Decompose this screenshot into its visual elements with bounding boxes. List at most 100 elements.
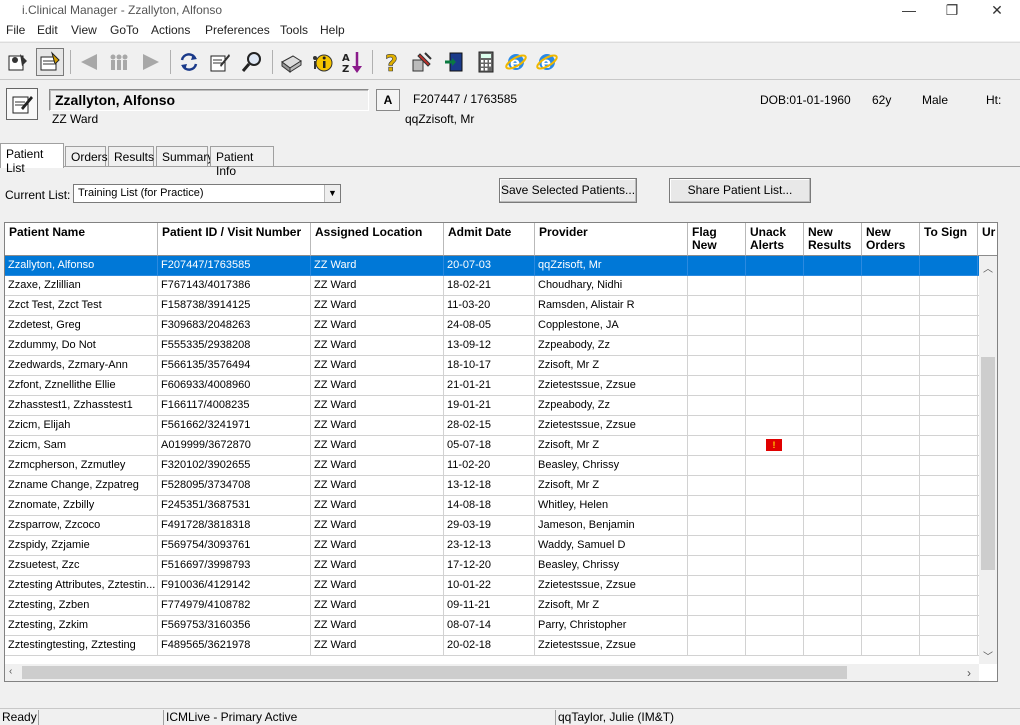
table-row[interactable]: Zzicm, Elijah F561662/3241971 ZZ Ward 28-02…: [5, 416, 979, 436]
table-row[interactable]: Zzsuetest, Zzc F516697/3998793 ZZ Ward 17-1…: [5, 556, 979, 576]
close-button[interactable]: ✕: [975, 0, 1019, 22]
column-header-unack-alerts[interactable]: Unack Alerts: [746, 223, 804, 256]
table-row[interactable]: Zzicm, Sam A019999/3672870 ZZ Ward 05-07-18…: [5, 436, 979, 456]
table-row[interactable]: Zzedwards, Zzmary-Ann F566135/3576494 ZZ W…: [5, 356, 979, 376]
sort-az-icon[interactable]: AZ: [338, 48, 366, 76]
table-row[interactable]: Zzhasstest1, Zzhasstest1 F166117/4008235 Z…: [5, 396, 979, 416]
horizontal-scroll-thumb[interactable]: [22, 666, 847, 679]
table-row[interactable]: Zzdummy, Do Not F555335/2938208 ZZ Ward 13-…: [5, 336, 979, 356]
people-icon[interactable]: [105, 48, 133, 76]
cell-flag-new: [688, 516, 746, 536]
alert-flag-icon[interactable]: !: [766, 439, 782, 451]
menu-actions[interactable]: Actions: [151, 23, 190, 37]
patient-notes-icon[interactable]: [6, 88, 38, 120]
print-icon[interactable]: [277, 48, 305, 76]
calculator-icon[interactable]: [472, 48, 500, 76]
tools-icon[interactable]: [408, 48, 436, 76]
scroll-right-icon[interactable]: ›: [967, 666, 971, 680]
table-row[interactable]: Zzmcpherson, Zzmutley F320102/3902655 ZZ W…: [5, 456, 979, 476]
menu-tools[interactable]: Tools: [280, 23, 308, 37]
table-row[interactable]: Zztesting Attributes, Zztestin... F910036…: [5, 576, 979, 596]
search-icon[interactable]: [238, 48, 266, 76]
table-row[interactable]: Zzaxe, Zzlillian F767143/4017386 ZZ Ward 18…: [5, 276, 979, 296]
table-row[interactable]: Zztesting, Zzben F774979/4108782 ZZ Ward 09…: [5, 596, 979, 616]
column-header-flag-new[interactable]: Flag New: [688, 223, 746, 256]
table-row[interactable]: Zzct Test, Zzct Test F158738/3914125 ZZ Wa…: [5, 296, 979, 316]
menu-edit[interactable]: Edit: [37, 23, 58, 37]
tab-patient-info[interactable]: Patient Info: [210, 146, 274, 178]
column-header-new-results[interactable]: New Results: [804, 223, 862, 256]
table-row[interactable]: Zzfont, Zznellithe Ellie F606933/4008960 Z…: [5, 376, 979, 396]
cell-new-results: [804, 376, 862, 396]
save-selected-patients-button[interactable]: Save Selected Patients...: [499, 178, 637, 203]
vertical-scrollbar[interactable]: ︿ ﹀: [979, 256, 997, 664]
current-list-select[interactable]: Training List (for Practice) ▼: [73, 184, 341, 203]
share-patient-list-button[interactable]: Share Patient List...: [669, 178, 811, 203]
cell-to-sign: [920, 616, 978, 636]
cell-to-sign: [920, 536, 978, 556]
info-icon[interactable]: [308, 48, 336, 76]
patient-list-icon[interactable]: [36, 48, 64, 76]
edit-notes-icon[interactable]: [206, 48, 234, 76]
column-header-to-sign[interactable]: To Sign: [920, 223, 978, 256]
table-row[interactable]: Zzspidy, Zzjamie F569754/3093761 ZZ Ward 23…: [5, 536, 979, 556]
column-header-assigned-location[interactable]: Assigned Location: [311, 223, 444, 256]
cell-new-results: [804, 516, 862, 536]
table-row[interactable]: Zznomate, Zzbilly F245351/3687531 ZZ Ward 1…: [5, 496, 979, 516]
cell-patient-id: F309683/2048263: [158, 316, 311, 336]
table-row[interactable]: Zzname Change, Zzpatreg F528095/3734708 ZZ…: [5, 476, 979, 496]
internet-explorer-icon[interactable]: e: [502, 48, 530, 76]
scroll-up-icon[interactable]: ︿: [983, 260, 993, 275]
table-row[interactable]: Zztestingtesting, Zztesting F489565/36219…: [5, 636, 979, 656]
current-list-label: Current List:: [5, 188, 71, 202]
restore-button[interactable]: ❐: [930, 0, 974, 22]
menu-preferences[interactable]: Preferences: [205, 23, 270, 37]
column-header-patient-name[interactable]: Patient Name: [5, 223, 158, 256]
cell-patient-id: F606933/4008960: [158, 376, 311, 396]
tab-results[interactable]: Results: [108, 146, 154, 166]
column-header-new-orders[interactable]: New Orders: [862, 223, 920, 256]
alias-button[interactable]: A: [376, 89, 400, 111]
table-row[interactable]: Zzsparrow, Zzcoco F491728/3818318 ZZ Ward 2…: [5, 516, 979, 536]
cell-to-sign: [920, 276, 978, 296]
menu-view[interactable]: View: [71, 23, 97, 37]
toolbar-separator: [372, 50, 373, 74]
cell-to-sign: [920, 636, 978, 656]
menu-help[interactable]: Help: [320, 23, 345, 37]
menu-goto[interactable]: GoTo: [110, 23, 139, 37]
tab-patient-list[interactable]: Patient List: [0, 143, 64, 175]
tab-orders[interactable]: Orders: [65, 146, 108, 166]
vertical-scroll-thumb[interactable]: [981, 357, 995, 570]
table-row-partial[interactable]: [5, 656, 979, 664]
cell-unack-alerts: [746, 516, 804, 536]
exit-icon[interactable]: [440, 48, 468, 76]
cell-admit-date: 19-01-21: [444, 396, 535, 416]
cell-admit-date: 21-01-21: [444, 376, 535, 396]
horizontal-scrollbar[interactable]: ‹ ›: [5, 664, 979, 681]
tab-summary[interactable]: Summary: [156, 146, 213, 166]
table-row[interactable]: Zzdetest, Greg F309683/2048263 ZZ Ward 24-0…: [5, 316, 979, 336]
cell-assigned-location: ZZ Ward: [311, 636, 444, 656]
scroll-down-icon[interactable]: ﹀: [983, 648, 993, 663]
cell-assigned-location: ZZ Ward: [311, 476, 444, 496]
toolbar-separator: [170, 50, 171, 74]
minimize-button[interactable]: —: [887, 0, 931, 22]
column-header-admit-date[interactable]: Admit Date: [444, 223, 535, 256]
internet-explorer-2-icon[interactable]: e: [533, 48, 561, 76]
help-icon[interactable]: ?: [378, 48, 406, 76]
column-header-ur[interactable]: Ur: [978, 223, 997, 256]
back-arrow-icon[interactable]: [75, 48, 103, 76]
cell-to-sign: [920, 576, 978, 596]
column-header-patient-id[interactable]: Patient ID / Visit Number: [158, 223, 311, 256]
refresh-icon[interactable]: [175, 48, 203, 76]
menu-file[interactable]: File: [6, 23, 25, 37]
column-header-provider[interactable]: Provider: [535, 223, 688, 256]
scroll-left-icon[interactable]: ‹: [9, 666, 12, 677]
chevron-down-icon[interactable]: ▼: [324, 185, 340, 202]
forward-arrow-icon[interactable]: [137, 48, 165, 76]
users-icon[interactable]: [4, 48, 32, 76]
table-row[interactable]: Zzallyton, Alfonso F207447/1763585 ZZ Ward…: [5, 256, 979, 276]
toolbar-separator: [272, 50, 273, 74]
cell-assigned-location: ZZ Ward: [311, 376, 444, 396]
table-row[interactable]: Zztesting, Zzkim F569753/3160356 ZZ Ward 08…: [5, 616, 979, 636]
